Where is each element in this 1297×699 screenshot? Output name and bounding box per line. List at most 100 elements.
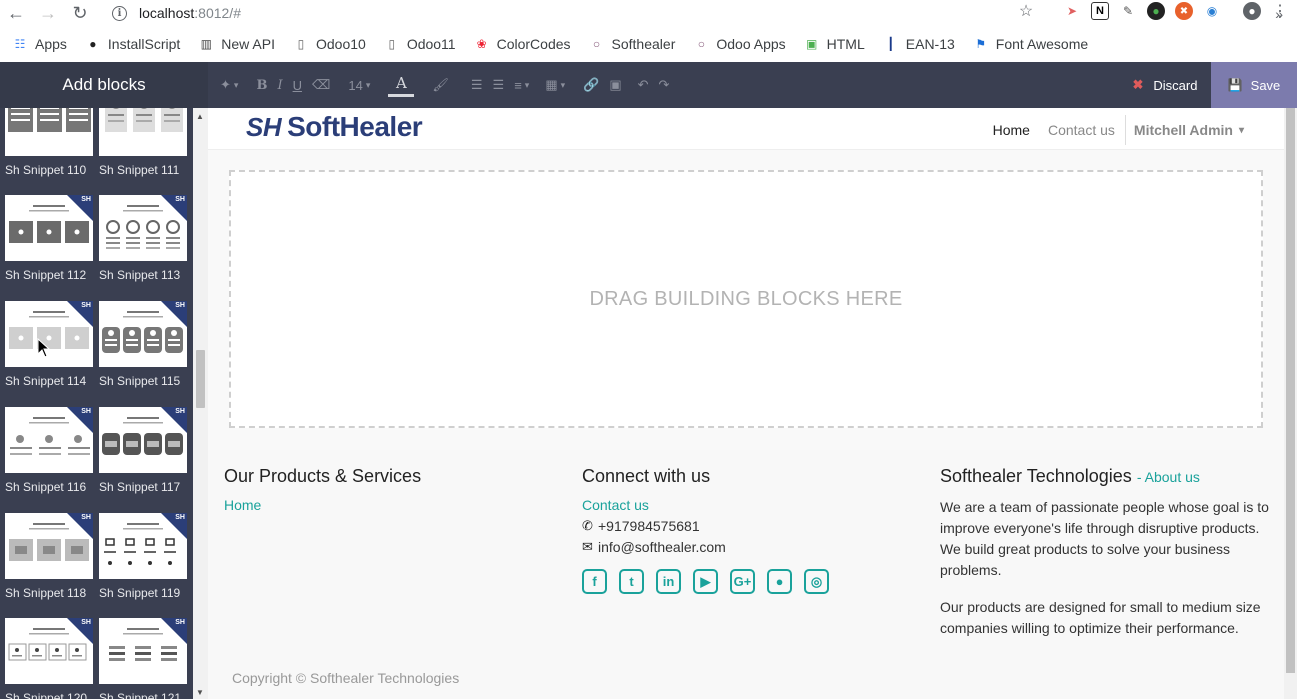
sidebar-scroll-thumb[interactable]: [196, 350, 205, 408]
sh-badge-icon: SH: [161, 618, 187, 644]
bookmark-odoo11[interactable]: ▯ Odoo11: [384, 36, 456, 52]
snippet-sh-snippet-110[interactable]: Sh Snippet 110: [5, 108, 93, 177]
scroll-down-icon[interactable]: ▼: [196, 688, 204, 697]
scroll-up-icon[interactable]: ▲: [196, 112, 204, 121]
extension-orange-icon[interactable]: ✖: [1175, 2, 1193, 20]
site-footer: Our Products & Services Home Connect wit…: [208, 450, 1284, 699]
footer-about-text: We are a team of passionate people whose…: [940, 499, 1269, 578]
snippet-thumbnail[interactable]: [99, 108, 187, 156]
style-wand-icon[interactable]: ✦: [220, 77, 238, 93]
footer-about-link[interactable]: About us: [1145, 469, 1200, 485]
save-button[interactable]: 💾 Save: [1211, 62, 1297, 108]
footer-contact-link[interactable]: Contact us: [582, 497, 912, 513]
discard-button[interactable]: ✖ Discard: [1120, 62, 1210, 108]
snippet-thumbnail[interactable]: SH: [99, 301, 187, 367]
align-icon[interactable]: ≡: [514, 78, 529, 93]
bookmark-html[interactable]: ▣ HTML: [804, 36, 865, 52]
snippet-thumbnail[interactable]: SH: [5, 407, 93, 473]
footer-home-link[interactable]: Home: [224, 497, 554, 513]
bookmark-apps[interactable]: ☷ Apps: [12, 36, 67, 52]
snippet-sh-snippet-112[interactable]: SH Sh Snippet 112: [5, 195, 93, 282]
back-icon[interactable]: ←: [0, 1, 32, 25]
snippet-thumbnail[interactable]: SH: [5, 618, 93, 684]
snippet-sh-snippet-119[interactable]: SH Sh Snippet 119: [99, 513, 187, 600]
bookmark-new-api[interactable]: ▥ New API: [198, 36, 275, 52]
bookmark-ean-13[interactable]: ┃ EAN-13: [883, 36, 955, 52]
info-icon[interactable]: i: [112, 5, 127, 21]
snippet-thumbnail[interactable]: [5, 108, 93, 156]
snippet-sh-snippet-111[interactable]: Sh Snippet 111: [99, 108, 187, 177]
extension-arrow-icon[interactable]: ➤: [1063, 2, 1081, 20]
snippet-sh-snippet-113[interactable]: SH Sh Snippet 113: [99, 195, 187, 282]
github-icon[interactable]: ●: [767, 569, 792, 594]
googleplus-icon[interactable]: G+: [730, 569, 755, 594]
bookmark-label: ColorCodes: [496, 36, 571, 52]
apps-grid-icon: ☷: [14, 37, 26, 51]
nav-home[interactable]: Home: [993, 122, 1030, 138]
snippet-thumbnail[interactable]: SH: [5, 513, 93, 579]
font-size-select[interactable]: 14: [348, 78, 370, 93]
bold-icon[interactable]: B: [256, 78, 267, 93]
page-canvas: SH SoftHealer Home Contact us Mitchell A…: [208, 108, 1284, 699]
softhealer-logo[interactable]: SH SoftHealer: [246, 111, 423, 143]
snippet-sh-snippet-118[interactable]: SH Sh Snippet 118: [5, 513, 93, 600]
italic-icon[interactable]: I: [277, 78, 282, 93]
snippet-sh-snippet-117[interactable]: SH Sh Snippet 117: [99, 407, 187, 494]
snippet-thumbnail[interactable]: SH: [99, 618, 187, 684]
close-icon: ✖: [1132, 77, 1144, 92]
bookmark-odoo-apps[interactable]: ○ Odoo Apps: [693, 36, 786, 52]
snippet-thumbnail[interactable]: SH: [5, 195, 93, 261]
eraser-icon[interactable]: ⌫: [312, 77, 330, 93]
user-menu[interactable]: Mitchell Admin: [1124, 115, 1244, 145]
link-icon[interactable]: 🔗: [583, 77, 599, 93]
bookmark-installscript[interactable]: ● InstallScript: [85, 36, 180, 52]
bookmark-font-awesome[interactable]: ⚑ Font Awesome: [973, 36, 1088, 52]
bookmarks-more-icon[interactable]: »: [1275, 6, 1283, 22]
undo-icon[interactable]: ↶: [638, 77, 649, 93]
twitter-icon[interactable]: t: [619, 569, 644, 594]
snippet-thumbnail[interactable]: SH: [99, 513, 187, 579]
numbered-list-icon[interactable]: ☰: [493, 77, 505, 93]
youtube-icon[interactable]: ▶: [693, 569, 718, 594]
snippet-thumbnail[interactable]: SH: [99, 407, 187, 473]
highlight-brush-icon[interactable]: 🖌: [432, 77, 449, 93]
redo-icon[interactable]: ↷: [659, 77, 670, 93]
bullet-list-icon[interactable]: ☰: [471, 77, 483, 93]
table-icon[interactable]: ▦: [545, 77, 565, 93]
extension-n-icon[interactable]: N: [1091, 2, 1109, 20]
page-scroll-thumb[interactable]: [1286, 108, 1295, 673]
bookmark-odoo10[interactable]: ▯ Odoo10: [293, 36, 366, 52]
bookmark-colorcodes[interactable]: ❀ ColorCodes: [474, 36, 571, 52]
sidebar-scrollbar[interactable]: ▲ ▼: [193, 108, 208, 699]
snippet-sh-snippet-116[interactable]: SH Sh Snippet 116: [5, 407, 93, 494]
footer-company-title: Softhealer Technologies - About us: [940, 466, 1200, 486]
snippet-sh-snippet-115[interactable]: SH Sh Snippet 115: [99, 301, 187, 388]
sh-badge-icon: SH: [161, 513, 187, 539]
facebook-icon[interactable]: f: [582, 569, 607, 594]
nav-contact-us[interactable]: Contact us: [1048, 122, 1115, 138]
snippet-thumbnail[interactable]: SH: [99, 195, 187, 261]
barcode-icon: ┃: [887, 37, 895, 51]
font-color-icon[interactable]: A: [388, 74, 415, 97]
snippet-sh-snippet-121[interactable]: SH Sh Snippet 121: [99, 618, 187, 699]
instagram-icon[interactable]: ◎: [804, 569, 829, 594]
reload-icon[interactable]: ↻: [64, 1, 96, 25]
extension-pen-icon[interactable]: ✎: [1119, 2, 1137, 20]
underline-icon[interactable]: U: [293, 78, 302, 93]
extension-gauge-icon[interactable]: ●: [1147, 2, 1165, 20]
account-icon[interactable]: ●: [1243, 2, 1261, 20]
page-scrollbar[interactable]: [1284, 108, 1297, 699]
linkedin-icon[interactable]: in: [656, 569, 681, 594]
sh-badge-icon: SH: [67, 513, 93, 539]
url-field[interactable]: i localhost:8012/#: [112, 5, 241, 21]
extension-globe-icon[interactable]: ◉: [1203, 2, 1221, 20]
bookmark-softhealer[interactable]: ○ Softhealer: [589, 36, 675, 52]
sh-badge-icon: SH: [161, 407, 187, 433]
snippet-sh-snippet-120[interactable]: SH Sh Snippet 120: [5, 618, 93, 699]
forward-icon[interactable]: →: [32, 1, 64, 25]
image-icon[interactable]: ▣: [609, 77, 621, 93]
colorwheel-icon: ❀: [476, 37, 487, 51]
save-label: Save: [1250, 77, 1281, 93]
drop-zone[interactable]: DRAG BUILDING BLOCKS HERE: [229, 170, 1263, 428]
star-icon[interactable]: ☆: [1017, 2, 1035, 20]
